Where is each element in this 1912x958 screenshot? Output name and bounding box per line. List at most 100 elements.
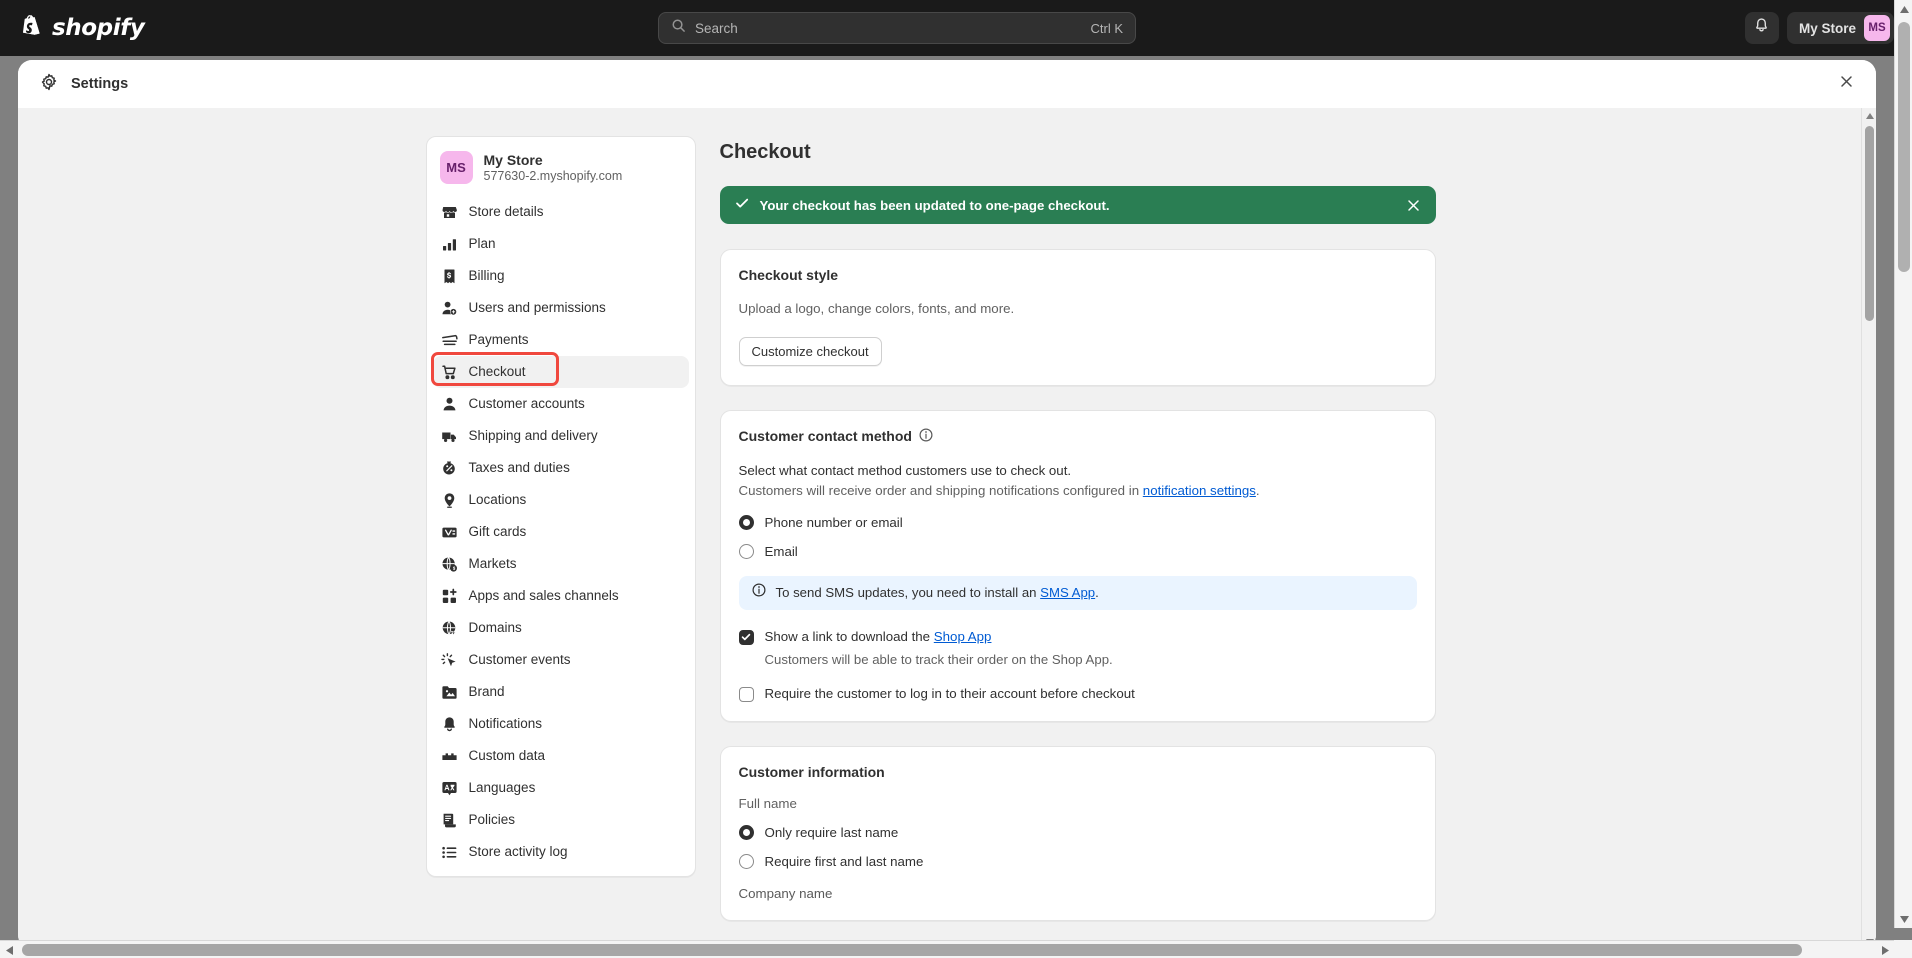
- gear-icon: [40, 73, 58, 96]
- radio-label: Require first and last name: [764, 853, 924, 869]
- sms-info-text: To send SMS updates, you need to install…: [776, 585, 1099, 600]
- caret-right-icon[interactable]: [1876, 941, 1894, 958]
- caret-up-icon[interactable]: [1895, 0, 1912, 18]
- apps-plus-icon: [441, 588, 458, 605]
- caret-up-icon[interactable]: [1862, 108, 1876, 123]
- checkbox-require-login[interactable]: Require the customer to log in to their …: [738, 686, 1417, 702]
- sidebar-store-row[interactable]: MS My Store 577630-2.myshopify.com: [427, 143, 695, 196]
- search-input[interactable]: Search Ctrl K: [658, 12, 1136, 44]
- sidebar-item-label: Locations: [468, 492, 527, 508]
- sidebar-item-customer-events[interactable]: Customer events: [433, 644, 689, 676]
- sidebar-item-brand[interactable]: Brand: [433, 676, 689, 708]
- store-menu-button[interactable]: My Store MS: [1786, 12, 1894, 44]
- radio-button[interactable]: [738, 824, 754, 840]
- contact-method-description-2: Customers will receive order and shippin…: [739, 481, 1417, 501]
- dismiss-banner-button[interactable]: [1406, 197, 1422, 213]
- list-icon: [441, 844, 458, 861]
- customer-information-card: Customer information Full name Only requ…: [719, 745, 1436, 921]
- sidebar-item-taxes-and-duties[interactable]: Taxes and duties: [433, 452, 689, 484]
- radio-first-and-last-name[interactable]: Require first and last name: [738, 853, 1417, 869]
- person-icon: [441, 396, 458, 413]
- checkbox-text-group: Show a link to download the Shop App Cus…: [765, 629, 1113, 667]
- scrollbar-thumb[interactable]: [22, 944, 1802, 956]
- info-circle-icon[interactable]: [919, 428, 933, 445]
- sidebar-item-plan[interactable]: Plan: [433, 228, 689, 260]
- sidebar-item-apps-and-sales-channels[interactable]: Apps and sales channels: [433, 580, 689, 612]
- scrollbar-corner: [1894, 940, 1912, 958]
- screen: shopify Search Ctrl K My Store MS Settin…: [0, 0, 1912, 958]
- sidebar-item-label: Billing: [468, 268, 505, 284]
- sidebar-item-label: Policies: [468, 812, 516, 828]
- settings-modal: Settings MS My Store 577630-2.myshopify.…: [18, 60, 1876, 949]
- radio-email[interactable]: Email: [738, 543, 1417, 559]
- settings-main-content: Checkout Your checkout has been updated …: [719, 136, 1436, 949]
- page-horizontal-scrollbar[interactable]: [0, 940, 1912, 958]
- sidebar-item-gift-cards[interactable]: Gift cards: [433, 516, 689, 548]
- customize-checkout-button[interactable]: Customize checkout: [738, 336, 882, 366]
- page-vertical-scrollbar[interactable]: [1894, 0, 1912, 928]
- radio-button[interactable]: [738, 543, 754, 559]
- image-icon: [441, 684, 458, 701]
- radio-label: Email: [764, 543, 798, 559]
- sidebar-item-store-details[interactable]: Store details: [433, 196, 689, 228]
- sidebar-item-label: Store activity log: [468, 844, 568, 860]
- shop-app-link[interactable]: Shop App: [934, 629, 992, 644]
- sidebar-item-notifications[interactable]: Notifications: [433, 708, 689, 740]
- sidebar-item-checkout[interactable]: Checkout: [430, 352, 689, 388]
- checkbox[interactable]: [738, 686, 754, 702]
- caret-left-icon[interactable]: [0, 941, 18, 958]
- sms-app-link[interactable]: SMS App: [1040, 585, 1095, 600]
- sidebar-item-policies[interactable]: Policies: [433, 804, 689, 836]
- customer-contact-method-card: Customer contact method Select what cont…: [719, 409, 1436, 722]
- radio-only-last-name[interactable]: Only require last name: [738, 824, 1417, 840]
- sidebar-item-label: Domains: [468, 620, 522, 636]
- notifications-button[interactable]: [1744, 12, 1779, 44]
- notification-settings-link[interactable]: notification settings: [1143, 483, 1256, 498]
- pin-icon: [441, 492, 458, 509]
- sidebar-item-label: Store details: [468, 204, 544, 220]
- checkbox[interactable]: [738, 629, 754, 645]
- sidebar-item-label: Notifications: [468, 716, 543, 732]
- policy-icon: [441, 812, 458, 829]
- radio-phone-or-email[interactable]: Phone number or email: [738, 514, 1417, 530]
- avatar: MS: [1864, 15, 1890, 41]
- contact-desc-before: Customers will receive order and shippin…: [738, 482, 1143, 498]
- shopify-logo[interactable]: shopify: [20, 15, 145, 41]
- blocks-icon: [441, 748, 458, 765]
- sidebar-item-store-activity-log[interactable]: Store activity log: [433, 836, 689, 868]
- store-name: My Store: [483, 152, 543, 168]
- sidebar-item-billing[interactable]: Billing: [433, 260, 689, 292]
- translate-icon: [441, 780, 458, 797]
- modal-header: Settings: [18, 60, 1876, 108]
- sidebar-item-languages[interactable]: Languages: [433, 772, 689, 804]
- radio-label: Phone number or email: [764, 514, 903, 530]
- success-banner-text: Your checkout has been updated to one-pa…: [759, 197, 1110, 213]
- caret-down-icon[interactable]: [1895, 910, 1912, 928]
- store-icon: [441, 204, 458, 221]
- close-modal-button[interactable]: [1836, 74, 1856, 94]
- company-name-label: Company name: [738, 885, 833, 901]
- radio-button[interactable]: [738, 514, 754, 530]
- modal-vertical-scrollbar[interactable]: [1861, 108, 1876, 949]
- sidebar-item-customer-accounts[interactable]: Customer accounts: [433, 388, 689, 420]
- sidebar-item-users-and-permissions[interactable]: Users and permissions: [433, 292, 689, 324]
- scrollbar-thumb[interactable]: [1865, 126, 1874, 321]
- sidebar-item-custom-data[interactable]: Custom data: [433, 740, 689, 772]
- card-title: Customer information: [739, 764, 1417, 780]
- sidebar-item-label: Languages: [468, 780, 536, 796]
- sidebar-item-locations[interactable]: Locations: [433, 484, 689, 516]
- scrollbar-thumb[interactable]: [1898, 22, 1910, 272]
- search-placeholder: Search: [695, 20, 738, 36]
- sidebar-item-shipping-and-delivery[interactable]: Shipping and delivery: [433, 420, 689, 452]
- radio-button[interactable]: [738, 853, 754, 869]
- full-name-label: Full name: [738, 795, 797, 811]
- receipt-icon: [441, 268, 458, 285]
- checkbox-show-shop-app-link[interactable]: Show a link to download the Shop App Cus…: [738, 629, 1417, 667]
- sidebar-item-markets[interactable]: Markets: [433, 548, 689, 580]
- check-icon: [735, 196, 749, 215]
- checkout-page-heading: Checkout: [719, 141, 811, 163]
- sidebar-item-domains[interactable]: Domains: [433, 612, 689, 644]
- sidebar-item-payments[interactable]: Payments: [433, 324, 689, 356]
- sidebar-item-label: Apps and sales channels: [468, 588, 619, 604]
- sidebar-item-label: Users and permissions: [468, 300, 606, 316]
